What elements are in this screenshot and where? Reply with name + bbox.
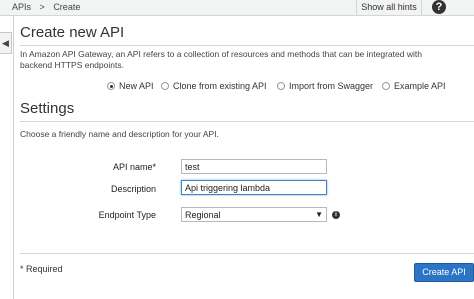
page-title: Create new API [20, 24, 125, 41]
endpoint-type-label: Endpoint Type [98, 210, 156, 220]
api-name-input[interactable]: test [181, 159, 327, 174]
endpoint-type-select[interactable]: Regional ▼ [181, 207, 327, 222]
footer-divider [20, 253, 474, 254]
breadcrumb-apis-link[interactable]: APIs [12, 2, 31, 12]
top-bar: APIs > Create Show all hints ? [0, 0, 474, 16]
radio-unselected-icon[interactable] [277, 82, 285, 90]
radio-import-swagger-label: Import from Swagger [289, 81, 374, 91]
radio-example-api-label: Example API [394, 81, 446, 91]
create-api-button[interactable]: Create API [414, 263, 474, 282]
sidebar-divider [13, 16, 14, 299]
settings-title: Settings [20, 100, 75, 117]
info-icon[interactable]: i [332, 211, 340, 219]
radio-new-api-label: New API [119, 81, 154, 91]
sidebar-toggle-icon[interactable]: ◀ [0, 32, 12, 54]
breadcrumb: APIs > Create [12, 2, 86, 12]
radio-unselected-icon[interactable] [382, 82, 390, 90]
radio-clone-api[interactable]: Clone from existing API [161, 81, 267, 91]
help-icon[interactable]: ? [432, 0, 446, 14]
settings-divider [20, 121, 474, 122]
intro-text: In Amazon API Gateway, an API refers to … [20, 49, 422, 70]
description-label: Description [110, 184, 156, 194]
endpoint-type-value: Regional [185, 210, 221, 220]
radio-example-api[interactable]: Example API [382, 81, 446, 91]
breadcrumb-current: Create [53, 2, 81, 12]
radio-clone-api-label: Clone from existing API [173, 81, 267, 91]
radio-selected-icon[interactable] [107, 82, 115, 90]
show-all-hints-button[interactable]: Show all hints [356, 0, 422, 16]
settings-description: Choose a friendly name and description f… [20, 129, 219, 139]
title-divider [20, 45, 474, 46]
breadcrumb-separator: > [39, 2, 45, 12]
radio-unselected-icon[interactable] [161, 82, 169, 90]
description-input[interactable]: Api triggering lambda [181, 180, 327, 195]
radio-import-swagger[interactable]: Import from Swagger [277, 81, 373, 91]
radio-new-api[interactable]: New API [107, 81, 154, 91]
required-note: * Required [20, 264, 63, 274]
api-name-label: API name* [112, 162, 156, 172]
chevron-down-icon: ▼ [315, 210, 323, 219]
